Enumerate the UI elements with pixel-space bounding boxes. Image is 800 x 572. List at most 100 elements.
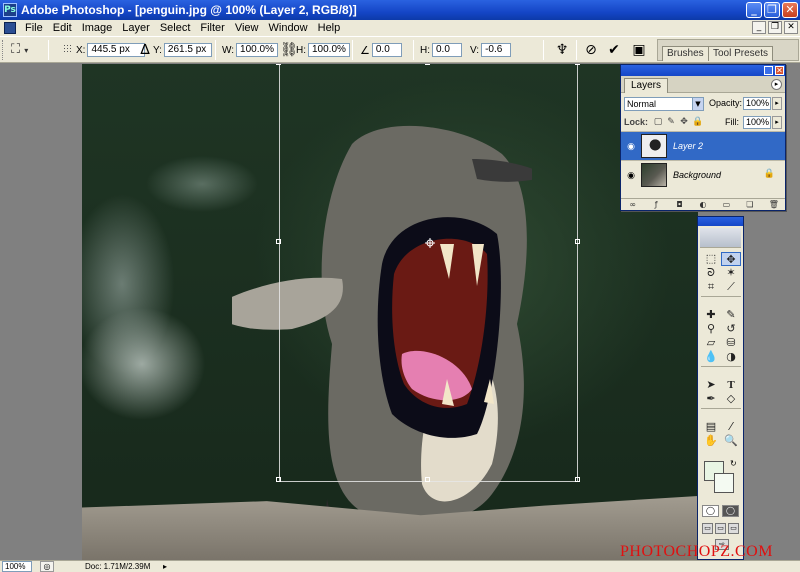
lock-pixels-icon[interactable]: ✎ [666, 117, 676, 127]
transform-handle[interactable] [425, 477, 430, 482]
slice-tool-icon[interactable]: ⟋ [721, 280, 741, 294]
commit-transform-icon[interactable]: ✔ [605, 41, 623, 59]
transform-handle[interactable] [276, 477, 281, 482]
standard-mode-button[interactable]: ◯ [702, 505, 719, 517]
transform-handle[interactable] [276, 64, 281, 65]
trash-icon[interactable]: 🗑 [769, 200, 779, 209]
lock-all-icon[interactable]: 🔒 [692, 117, 703, 127]
close-icon[interactable]: ✕ [775, 66, 784, 75]
transform-handle[interactable] [575, 64, 580, 65]
tools-titlebar[interactable] [698, 217, 743, 226]
lock-position-icon[interactable]: ✥ [679, 117, 689, 127]
link-layers-icon[interactable]: ∞ [628, 200, 637, 209]
fill-slider-icon[interactable]: ▸ [772, 116, 782, 129]
lasso-tool-icon[interactable]: ᘐ [701, 266, 721, 280]
minimize-button[interactable]: _ [746, 2, 762, 18]
opacity-slider-icon[interactable]: ▸ [772, 97, 782, 110]
dodge-tool-icon[interactable]: ◑ [721, 350, 741, 364]
clone-stamp-tool-icon[interactable]: ⚲ [701, 322, 721, 336]
opacity-input[interactable]: 100% [743, 97, 771, 110]
menu-edit[interactable]: Edit [48, 21, 77, 35]
type-tool-icon[interactable]: T [721, 378, 741, 392]
eraser-tool-icon[interactable]: ▱ [701, 336, 721, 350]
eye-icon[interactable]: ◉ [625, 141, 637, 153]
tab-layers[interactable]: Layers [624, 78, 669, 93]
status-menu-icon[interactable]: ▸ [163, 561, 167, 572]
healing-brush-tool-icon[interactable]: ✚ [701, 308, 721, 322]
lock-transparency-icon[interactable]: ▢ [653, 117, 663, 127]
standard-screen-mode-icon[interactable]: ▭ [702, 523, 713, 534]
document-canvas[interactable] [82, 64, 698, 560]
y-input[interactable]: 261.5 px [163, 43, 212, 57]
menu-select[interactable]: Select [155, 21, 196, 35]
move-tool-icon[interactable]: ✥ [721, 252, 741, 266]
marquee-tool-icon[interactable]: ⬚ [701, 252, 721, 266]
tab-tool-presets[interactable]: Tool Presets [708, 46, 774, 61]
transform-handle[interactable] [575, 477, 580, 482]
brush-tool-icon[interactable]: ✎ [721, 308, 741, 322]
notes-tool-icon[interactable]: ▤ [701, 420, 721, 434]
menu-view[interactable]: View [230, 21, 264, 35]
menu-file[interactable]: File [20, 21, 48, 35]
tab-brushes[interactable]: Brushes [662, 46, 709, 61]
doc-close-button[interactable]: ✕ [784, 21, 798, 34]
document-icon[interactable] [4, 22, 16, 34]
doc-minimize-button[interactable]: _ [752, 21, 766, 34]
layers-palette-titlebar[interactable]: _ ✕ [621, 65, 785, 76]
close-button[interactable]: ✕ [782, 2, 798, 18]
maximize-button[interactable]: ❐ [764, 2, 780, 18]
reference-point-marker[interactable] [425, 238, 435, 248]
add-mask-icon[interactable]: ◘ [675, 200, 684, 209]
menu-image[interactable]: Image [77, 21, 118, 35]
path-selection-tool-icon[interactable]: ➤ [701, 378, 721, 392]
width-input[interactable]: 100.0% [236, 43, 279, 57]
vskew-input[interactable]: -0.6 [481, 43, 512, 57]
new-group-icon[interactable]: ▭ [722, 200, 731, 209]
full-screen-menu-mode-icon[interactable]: ▭ [715, 523, 726, 534]
layer-style-icon[interactable]: ƒ [652, 200, 661, 209]
magic-wand-tool-icon[interactable]: ✶ [721, 266, 741, 280]
layer-row-background[interactable]: ◉ Background 🔒 [621, 160, 785, 189]
layer-name[interactable]: Background [673, 170, 721, 180]
transform-handle[interactable] [425, 64, 430, 65]
crop-tool-icon[interactable]: ⌗ [701, 280, 721, 294]
go-to-bridge-icon[interactable]: ▣ [630, 41, 648, 59]
eye-icon[interactable]: ◉ [625, 170, 637, 182]
transform-handle[interactable] [276, 239, 281, 244]
history-brush-tool-icon[interactable]: ↺ [721, 322, 741, 336]
minimize-icon[interactable]: _ [764, 66, 773, 75]
warp-icon[interactable]: ♆ [553, 41, 571, 59]
layer-row-layer-2[interactable]: ◉ Layer 2 [621, 131, 785, 160]
zoom-level-input[interactable]: 100% [2, 561, 32, 572]
zoom-menu-icon[interactable]: ◎ [40, 561, 54, 572]
relative-position-icon[interactable]: ∆ [136, 41, 154, 59]
blend-mode-select[interactable]: Normal ▼ [624, 97, 704, 111]
reference-point-icon[interactable] [63, 44, 72, 53]
eyedropper-tool-icon[interactable]: ⁄ [721, 420, 741, 434]
transform-bounding-box[interactable] [279, 64, 578, 482]
menu-window[interactable]: Window [264, 21, 313, 35]
background-color-swatch[interactable] [714, 473, 734, 493]
menu-layer[interactable]: Layer [117, 21, 155, 35]
full-screen-mode-icon[interactable]: ▭ [728, 523, 739, 534]
new-layer-icon[interactable]: ❏ [745, 200, 754, 209]
height-input[interactable]: 100.0% [308, 43, 350, 57]
options-bar-grip[interactable] [2, 40, 5, 60]
hskew-input[interactable]: 0.0 [432, 43, 462, 57]
menu-help[interactable]: Help [313, 21, 346, 35]
fill-input[interactable]: 100% [743, 116, 771, 129]
layer-name[interactable]: Layer 2 [673, 141, 703, 151]
adjustment-layer-icon[interactable]: ◐ [698, 200, 707, 209]
transform-handle[interactable] [575, 239, 580, 244]
hand-tool-icon[interactable]: ✋ [701, 434, 721, 448]
palette-menu-icon[interactable]: ▸ [771, 79, 782, 90]
swap-colors-icon[interactable]: ↻ [730, 459, 737, 468]
blur-tool-icon[interactable]: 💧 [701, 350, 721, 364]
rotate-input[interactable]: 0.0 [371, 43, 402, 57]
feather-logo[interactable] [700, 228, 741, 248]
pen-tool-icon[interactable]: ✒ [701, 392, 721, 406]
cancel-transform-icon[interactable]: ⊘ [582, 41, 600, 59]
tool-preset-picker[interactable]: ⛶ ▾ [11, 42, 41, 58]
menu-filter[interactable]: Filter [195, 21, 229, 35]
doc-restore-button[interactable]: ❐ [768, 21, 782, 34]
